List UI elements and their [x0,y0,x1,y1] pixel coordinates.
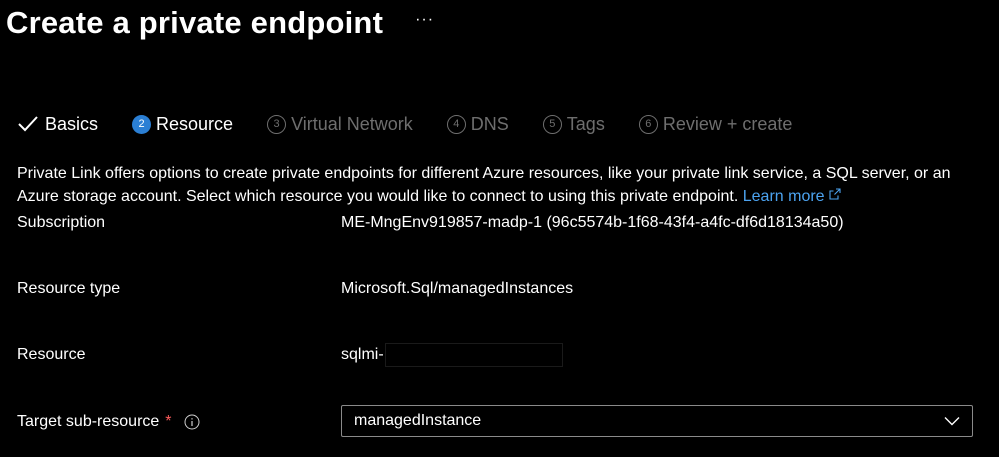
step-number-badge: 4 [446,114,466,134]
tab-label: Basics [45,113,99,134]
tab-virtual-network[interactable]: 3 Virtual Network [267,108,413,140]
tab-review-create[interactable]: 6 Review + create [638,108,793,140]
tab-tags[interactable]: 5 Tags [542,108,605,140]
target-sub-resource-select[interactable]: managedInstance [341,405,973,437]
required-marker: * [165,413,172,430]
tab-dns[interactable]: 4 DNS [446,108,509,140]
subscription-label: Subscription [17,214,106,231]
resource-value-container: sqlmi- [341,343,563,367]
intro-text: Private Link offers options to create pr… [17,162,977,208]
title-row: Create a private endpoint ··· [6,0,434,46]
subscription-row: Subscription ME-MngEnv919857-madp-1 (96c… [17,211,977,235]
wizard-tabs: Basics 2 Resource 3 Virtual Network 4 DN… [17,108,826,140]
step-number-badge: 2 [132,114,152,134]
resource-value: sqlmi- [341,346,384,363]
tab-resource[interactable]: 2 Resource [132,108,233,140]
page-title: Create a private endpoint [6,5,384,40]
tab-label: Tags [566,113,605,134]
tab-label: Resource [156,113,234,134]
chevron-down-icon [944,417,960,426]
checkmark-icon [18,116,38,132]
learn-more-label: Learn more [742,188,825,205]
step-number-badge: 6 [638,114,658,134]
external-link-icon [829,188,841,200]
learn-more-link[interactable]: Learn more [743,188,841,205]
resource-row: Resource sqlmi- [17,343,977,367]
resource-type-value: Microsoft.Sql/managedInstances [341,280,574,297]
target-sub-resource-label-container: Target sub-resource * [17,413,341,431]
info-icon[interactable] [184,414,200,430]
more-options-button[interactable]: ··· [415,11,434,29]
tab-label: Review + create [662,113,793,134]
redacted-block [384,343,563,367]
tab-label: Virtual Network [291,113,413,134]
tab-label: DNS [470,113,509,134]
step-number-badge: 5 [542,114,562,134]
step-number-badge: 3 [267,114,287,134]
target-sub-resource-selected-value: managedInstance [354,412,482,429]
resource-type-row: Resource type Microsoft.Sql/managedInsta… [17,277,977,301]
subscription-value: ME-MngEnv919857-madp-1 (96c5574b-1f68-43… [341,214,844,231]
target-sub-resource-label: Target sub-resource [17,413,160,430]
resource-type-label: Resource type [17,280,121,297]
resource-label: Resource [17,346,86,363]
page: Create a private endpoint ··· Basics 2 R… [0,0,999,457]
tab-basics[interactable]: Basics [17,108,98,140]
